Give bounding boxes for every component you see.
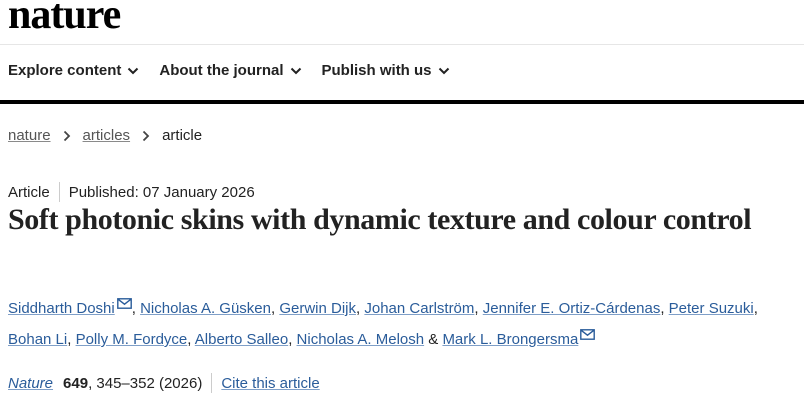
chevron-down-icon [290, 67, 301, 74]
author-link[interactable]: Bohan Li [8, 331, 67, 348]
nav-publish-with-us[interactable]: Publish with us [322, 62, 450, 79]
nav-item-label: About the journal [159, 62, 284, 79]
author-separator: & [424, 331, 443, 348]
nav-explore-content[interactable]: Explore content [8, 62, 139, 79]
author-separator: , [67, 331, 76, 348]
header-divider [0, 44, 804, 45]
journal-link[interactable]: Nature [8, 375, 53, 392]
author-link[interactable]: Alberto Salleo [195, 331, 288, 348]
author-link[interactable]: Nicholas A. Güsken [140, 300, 271, 317]
author-link[interactable]: Gerwin Dijk [279, 300, 356, 317]
citation-line: Nature 649 , 345–352 (2026) Cite this ar… [8, 373, 320, 393]
author-separator: , [187, 331, 195, 348]
publish-date: Published: 07 January 2026 [68, 183, 255, 201]
nav-item-label: Publish with us [321, 62, 432, 79]
author-separator: , [753, 300, 758, 317]
volume-number: 649 [63, 374, 89, 392]
author-separator: , [131, 300, 141, 317]
article-type: Article [8, 183, 50, 201]
mail-icon[interactable] [580, 329, 596, 340]
author-link[interactable]: Polly M. Fordyce [76, 331, 188, 348]
citation-divider [211, 373, 213, 393]
author-link[interactable]: Mark L. Brongersma [442, 331, 578, 348]
author-link[interactable]: Peter Suzuki [669, 300, 754, 317]
mail-icon[interactable] [116, 298, 132, 309]
cite-this-article-link[interactable]: Cite this article [221, 375, 319, 392]
main-nav: Explore content About the journal Publis… [8, 62, 470, 79]
breadcrumb-articles[interactable]: articles [83, 127, 131, 144]
breadcrumb: nature articles article [8, 127, 202, 144]
breadcrumb-nature[interactable]: nature [8, 127, 51, 144]
chevron-right-icon [63, 130, 70, 141]
article-meta: Article Published: 07 January 2026 [8, 182, 255, 202]
nav-about-journal[interactable]: About the journal [159, 62, 301, 79]
author-separator: , [660, 300, 669, 317]
nav-item-label: Explore content [8, 62, 122, 79]
author-link[interactable]: Jennifer E. Ortiz-Cárdenas [483, 300, 661, 317]
pages-year: , 345–352 (2026) [88, 374, 203, 392]
breadcrumb-current: article [162, 127, 203, 144]
chevron-down-icon [128, 67, 139, 74]
navbar-rule [0, 100, 804, 104]
author-separator: , [474, 300, 483, 317]
author-link[interactable]: Johan Carlström [364, 300, 474, 317]
article-title: Soft photonic skins with dynamic texture… [8, 203, 752, 236]
author-link[interactable]: Siddharth Doshi [8, 300, 115, 317]
chevron-right-icon [142, 130, 150, 141]
author-separator: , [288, 331, 297, 348]
author-list: Siddharth Doshi, Nicholas A. Güsken, Ger… [8, 293, 798, 355]
author-link[interactable]: Nicholas A. Melosh [297, 331, 425, 348]
chevron-down-icon [438, 67, 449, 74]
meta-divider [58, 182, 60, 202]
site-logo[interactable]: nature [8, 0, 121, 39]
